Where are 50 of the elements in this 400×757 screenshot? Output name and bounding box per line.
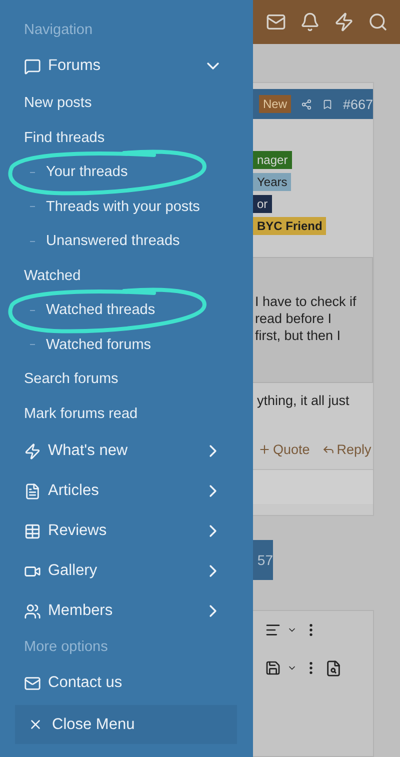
new-label: New [259, 95, 292, 113]
quote-link[interactable]: Quote [258, 442, 310, 457]
user-banner: or [253, 195, 272, 213]
menu-link[interactable]: Watched [0, 258, 253, 293]
user-banner: BYC Friend [253, 217, 326, 235]
menu-item[interactable]: Articles [0, 471, 253, 511]
quote-text: read before I [255, 311, 333, 326]
post-number[interactable]: #667 [342, 96, 373, 112]
submenu-link[interactable]: Your threads [46, 164, 128, 180]
mail-icon [24, 674, 41, 692]
mail-icon[interactable] [266, 12, 286, 32]
quote-text: I have to check if [255, 294, 358, 309]
dash-icon [30, 310, 35, 311]
reply-icon [322, 443, 335, 456]
submenu-link[interactable]: Watched threads [46, 302, 156, 318]
user-banner: nager [253, 151, 292, 169]
menu-item[interactable]: Reviews [0, 511, 253, 551]
user-banner: Years [253, 173, 292, 191]
close-menu-button[interactable]: Close Menu [15, 705, 237, 744]
menu-link[interactable]: Find threads [0, 120, 253, 155]
share-icon[interactable] [301, 96, 312, 112]
plus-icon [258, 443, 271, 456]
close-icon [28, 717, 43, 732]
menu-item[interactable]: Forums [0, 46, 253, 86]
menu-link[interactable]: New posts [0, 86, 253, 120]
menu-item[interactable]: Gallery [0, 551, 253, 591]
page-button[interactable]: 57 [253, 540, 273, 580]
save-icon[interactable] [265, 660, 281, 676]
lightning-icon[interactable] [334, 12, 354, 32]
submenu-link[interactable]: Threads with your posts [46, 198, 200, 215]
submenu-link[interactable]: Unanswered threads [46, 233, 180, 250]
submenu-link[interactable]: Watched forums [46, 336, 152, 353]
section-heading: Navigation [23, 21, 94, 40]
dash-icon [30, 240, 35, 242]
dash-icon [30, 172, 35, 173]
preview-icon[interactable] [325, 660, 342, 676]
dash-icon [30, 344, 35, 346]
post-text: ything, it all just [256, 393, 350, 408]
menu-link[interactable]: Search forums [0, 362, 253, 396]
section-heading: More options [23, 638, 109, 657]
quote-text: first, but then I [255, 328, 342, 343]
dash-icon [30, 206, 35, 208]
bell-icon[interactable] [300, 12, 320, 32]
search-icon[interactable] [368, 12, 388, 32]
menu-item[interactable]: What's new [0, 431, 253, 471]
menu-item[interactable]: Contact us [0, 663, 253, 703]
reply-link[interactable]: Reply [322, 442, 372, 457]
align-icon[interactable] [265, 622, 281, 638]
menu-link[interactable]: Mark forums read [0, 396, 253, 431]
menu-item[interactable]: Members [0, 591, 253, 631]
